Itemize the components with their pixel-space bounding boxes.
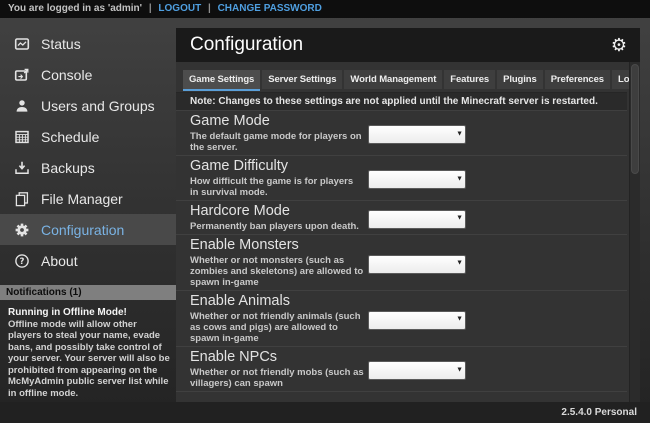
setting-row-game-difficulty: Game Difficulty How difficult the game i… <box>176 156 627 201</box>
setting-text: Enable NPCs Whether or not friendly mobs… <box>190 350 368 389</box>
setting-text: Enable Animals Whether or not friendly a… <box>190 294 368 344</box>
sidebar-item-about[interactable]: ? About <box>0 245 176 276</box>
sidebar-item-label: Status <box>41 36 81 52</box>
setting-name: Enable NPCs <box>190 350 368 365</box>
setting-row-enable-animals: Enable Animals Whether or not friendly a… <box>176 291 627 347</box>
setting-description: How difficult the game is for players in… <box>190 176 368 198</box>
setting-row-game-mode: Game Mode The default game mode for play… <box>176 111 627 156</box>
setting-select-wrap: ▼ <box>368 209 466 228</box>
restart-note: Note: Changes to these settings are not … <box>176 92 627 111</box>
setting-text: Hardcore Mode Permanently ban players up… <box>190 204 368 232</box>
sidebar-item-configuration[interactable]: Configuration <box>0 214 176 245</box>
panel-body: Game Settings Server Settings World Mana… <box>176 62 640 402</box>
tab-preferences[interactable]: Preferences <box>545 70 610 89</box>
status-icon <box>13 35 30 52</box>
setting-description: Whether or not monsters (such as zombies… <box>190 255 368 288</box>
panel-header: Configuration ⚙ <box>176 28 640 62</box>
setting-select-enable-monsters[interactable] <box>368 255 466 274</box>
file-manager-icon <box>13 190 30 207</box>
scrollbar-thumb[interactable] <box>631 64 639 174</box>
setting-select-wrap: ▼ <box>368 124 466 143</box>
sidebar-item-label: About <box>41 253 78 269</box>
setting-select-wrap: ▼ <box>368 169 466 188</box>
setting-select-enable-animals[interactable] <box>368 311 466 330</box>
configuration-panel: Configuration ⚙ Game Settings Server Set… <box>176 28 640 402</box>
tab-features[interactable]: Features <box>444 70 495 89</box>
status-bar: 2.5.4.0 Personal <box>0 402 650 423</box>
sidebar-item-file-manager[interactable]: File Manager <box>0 183 176 214</box>
setting-description: Whether or not friendly animals (such as… <box>190 311 368 344</box>
setting-name: Game Mode <box>190 114 368 129</box>
about-icon: ? <box>13 252 30 269</box>
setting-description: Whether or not friendly mobs (such as vi… <box>190 367 368 389</box>
setting-row-enable-monsters: Enable Monsters Whether or not monsters … <box>176 235 627 291</box>
setting-description: Permanently ban players upon death. <box>190 221 368 232</box>
sidebar-item-label: Schedule <box>41 129 99 145</box>
page-title: Configuration <box>190 34 611 56</box>
sidebar-item-label: Users and Groups <box>41 98 155 114</box>
tab-bar: Game Settings Server Settings World Mana… <box>176 62 627 89</box>
setting-text: Enable Monsters Whether or not monsters … <box>190 238 368 288</box>
settings-gear-icon[interactable]: ⚙ <box>611 36 627 54</box>
setting-row-hardcore-mode: Hardcore Mode Permanently ban players up… <box>176 201 627 235</box>
console-icon <box>13 66 30 83</box>
sidebar-item-status[interactable]: Status <box>0 28 176 59</box>
setting-select-wrap: ▼ <box>368 310 466 329</box>
schedule-icon <box>13 128 30 145</box>
setting-text: Game Difficulty How difficult the game i… <box>190 159 368 198</box>
tab-world-management[interactable]: World Management <box>344 70 442 89</box>
sidebar: Status Console Users and Groups Schedule… <box>0 18 176 402</box>
sidebar-item-label: Backups <box>41 160 95 176</box>
version-label: 2.5.4.0 Personal <box>561 407 637 418</box>
topbar: You are logged in as 'admin' | LOGOUT | … <box>0 0 650 18</box>
logged-in-text: You are logged in as 'admin' <box>8 3 142 14</box>
sidebar-item-label: File Manager <box>41 191 123 207</box>
setting-select-wrap: ▼ <box>368 360 466 379</box>
setting-select-game-mode[interactable] <box>368 125 466 144</box>
tab-server-settings[interactable]: Server Settings <box>262 70 342 89</box>
backups-icon <box>13 159 30 176</box>
setting-name: Enable Monsters <box>190 238 368 253</box>
setting-name: Hardcore Mode <box>190 204 368 219</box>
sidebar-item-label: Configuration <box>41 222 124 238</box>
setting-name: Game Difficulty <box>190 159 368 174</box>
sidebar-item-schedule[interactable]: Schedule <box>0 121 176 152</box>
logout-link[interactable]: LOGOUT <box>158 3 201 14</box>
setting-select-enable-npcs[interactable] <box>368 361 466 380</box>
setting-select-game-difficulty[interactable] <box>368 170 466 189</box>
setting-select-wrap: ▼ <box>368 254 466 273</box>
setting-select-hardcore-mode[interactable] <box>368 210 466 229</box>
sidebar-item-users-and-groups[interactable]: Users and Groups <box>0 90 176 121</box>
scrollbar-track[interactable] <box>629 62 640 402</box>
notification-title: Running in Offline Mode! <box>8 307 170 319</box>
setting-row-enable-npcs: Enable NPCs Whether or not friendly mobs… <box>176 347 627 392</box>
separator: | <box>149 3 152 14</box>
separator: | <box>208 3 211 14</box>
gear-icon <box>13 221 30 238</box>
tab-plugins[interactable]: Plugins <box>497 70 543 89</box>
change-password-link[interactable]: CHANGE PASSWORD <box>218 3 322 14</box>
tab-game-settings[interactable]: Game Settings <box>183 70 260 89</box>
svg-text:?: ? <box>19 257 24 267</box>
notifications-panel: Notifications (1) Running in Offline Mod… <box>0 285 176 399</box>
sidebar-item-backups[interactable]: Backups <box>0 152 176 183</box>
settings-list: Game Mode The default game mode for play… <box>176 111 627 392</box>
sidebar-menu: Status Console Users and Groups Schedule… <box>0 18 176 276</box>
setting-text: Game Mode The default game mode for play… <box>190 114 368 153</box>
sidebar-item-console[interactable]: Console <box>0 59 176 90</box>
notification-item: Running in Offline Mode! Offline mode wi… <box>0 300 176 399</box>
setting-description: The default game mode for players on the… <box>190 131 368 153</box>
users-icon <box>13 97 30 114</box>
sidebar-item-label: Console <box>41 67 92 83</box>
notifications-header[interactable]: Notifications (1) <box>0 285 176 300</box>
setting-name: Enable Animals <box>190 294 368 309</box>
notification-text: Offline mode will allow other players to… <box>8 319 170 400</box>
